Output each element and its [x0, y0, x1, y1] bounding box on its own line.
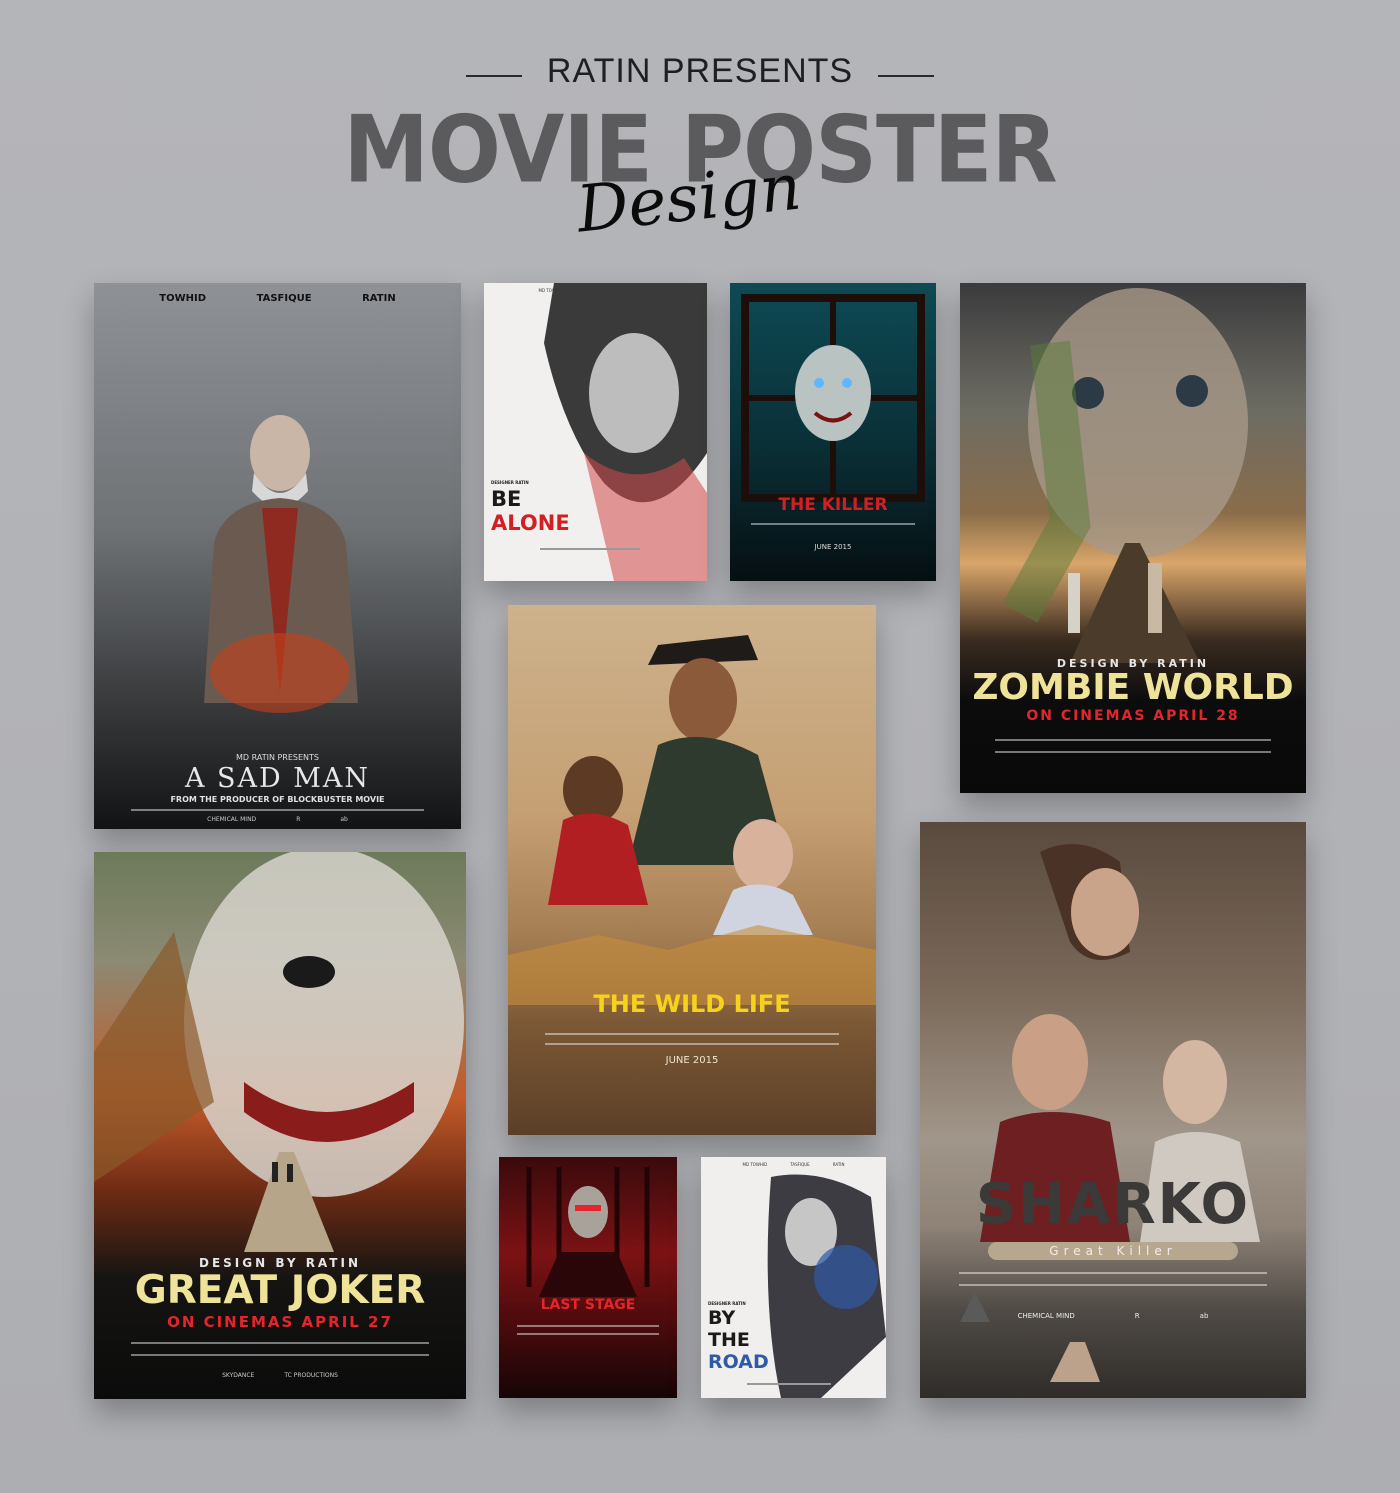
poster-designer: DESIGNER RATIN: [491, 480, 529, 485]
poster-title-line1: BE: [491, 487, 522, 511]
poster-logos: CHEMICAL MIND R ab: [94, 816, 461, 823]
billing-block: [131, 1354, 429, 1356]
billing-block: [994, 739, 1272, 741]
poster-title-line2: THE: [708, 1329, 750, 1351]
credit-name: RATIN: [362, 293, 396, 304]
clown-window: [741, 294, 925, 502]
poster-subtitle: Great Killer: [988, 1242, 1238, 1260]
poster-sharko[interactable]: SHARKO Great Killer CHEMICAL MIND R ab: [920, 822, 1306, 1398]
poster-title: GREAT JOKER: [134, 1268, 426, 1313]
logo: CHEMICAL MIND: [1017, 1312, 1075, 1320]
poster-title: A SAD MAN: [184, 763, 371, 794]
poster-title: SHARKO: [975, 1172, 1251, 1237]
poster-by-the-road[interactable]: MD TOWHID TASFIQUE RATIN DESIGNER RATIN …: [701, 1157, 886, 1398]
poster-date: JUNE 2015: [814, 543, 852, 551]
poster-title: LAST STAGE: [540, 1297, 636, 1313]
poster-date: JUNE 2015: [665, 1055, 719, 1066]
woman-portrait: [544, 283, 707, 581]
poster-great-joker[interactable]: DESIGN BY RATIN GREAT JOKER ON CINEMAS A…: [94, 852, 466, 1399]
billing-block: [747, 1383, 831, 1385]
poster-logos: CHEMICAL MIND R ab: [920, 1312, 1306, 1320]
joker-face-forest: [94, 852, 464, 1252]
billing-block: [544, 1033, 840, 1035]
poster-title-line2: ALONE: [491, 511, 570, 535]
poster-be-alone[interactable]: MD TOWHID TASFIQUE RATIN DESIGNER RATIN …: [484, 283, 707, 581]
poster-title: THE KILLER: [778, 495, 888, 515]
billing-block: [131, 1342, 429, 1344]
poster-title-line1: BY: [708, 1307, 736, 1329]
poster-a-sad-man[interactable]: TOWHID TASFIQUE RATIN MD RATIN PRESENTS …: [94, 283, 461, 829]
poster-presenter: MD RATIN PRESENTS: [236, 753, 319, 762]
logo: R: [296, 816, 301, 823]
poster-logos: SKYDANCE TC PRODUCTIONS: [94, 1372, 466, 1379]
poster-title-line3: ROAD: [708, 1351, 769, 1373]
poster-release: ON CINEMAS APRIL 27: [167, 1313, 393, 1331]
poster-title: THE WILD LIFE: [593, 990, 791, 1018]
zombie-face-landscape: [1002, 288, 1248, 663]
poster-the-wild-life[interactable]: THE WILD LIFE JUNE 2015: [508, 605, 876, 1135]
old-man-figure: [204, 415, 358, 713]
logo: SKYDANCE: [222, 1372, 255, 1379]
header-presents: RATIN PRESENTS: [546, 52, 854, 90]
group-of-people: [508, 635, 876, 1005]
credit-name: TOWHID: [159, 293, 207, 304]
poster-title: ZOMBIE WORLD: [972, 667, 1294, 708]
poster-designer: DESIGNER RATIN: [708, 1301, 746, 1306]
billing-block: [516, 1325, 660, 1327]
poster-credits: TOWHID TASFIQUE RATIN: [94, 293, 461, 304]
billing-block: [958, 1272, 1268, 1274]
logo: R: [1134, 1312, 1140, 1320]
poster-last-stage[interactable]: LAST STAGE: [499, 1157, 677, 1398]
logo: ab: [1199, 1312, 1209, 1320]
billing-block: [516, 1333, 660, 1335]
credit-name: TASFIQUE: [256, 293, 312, 304]
billing-block: [994, 751, 1272, 753]
billing-block: [750, 523, 916, 525]
billing-block: [539, 548, 641, 550]
poster-tagline: FROM THE PRODUCER OF BLOCKBUSTER MOVIE: [170, 795, 385, 804]
billing-block: [544, 1043, 840, 1045]
stage-figure: [526, 1167, 650, 1297]
billing-block: [130, 809, 425, 811]
logo: TC PRODUCTIONS: [284, 1372, 338, 1379]
billing-block: [958, 1284, 1268, 1286]
poster-release: ON CINEMAS APRIL 28: [1026, 708, 1240, 724]
poster-zombie-world[interactable]: DESIGN BY RATIN ZOMBIE WORLD ON CINEMAS …: [960, 283, 1306, 793]
logo: CHEMICAL MIND: [207, 816, 257, 823]
logo: ab: [340, 816, 348, 823]
poster-the-killer[interactable]: THE KILLER JUNE 2015: [730, 283, 936, 581]
